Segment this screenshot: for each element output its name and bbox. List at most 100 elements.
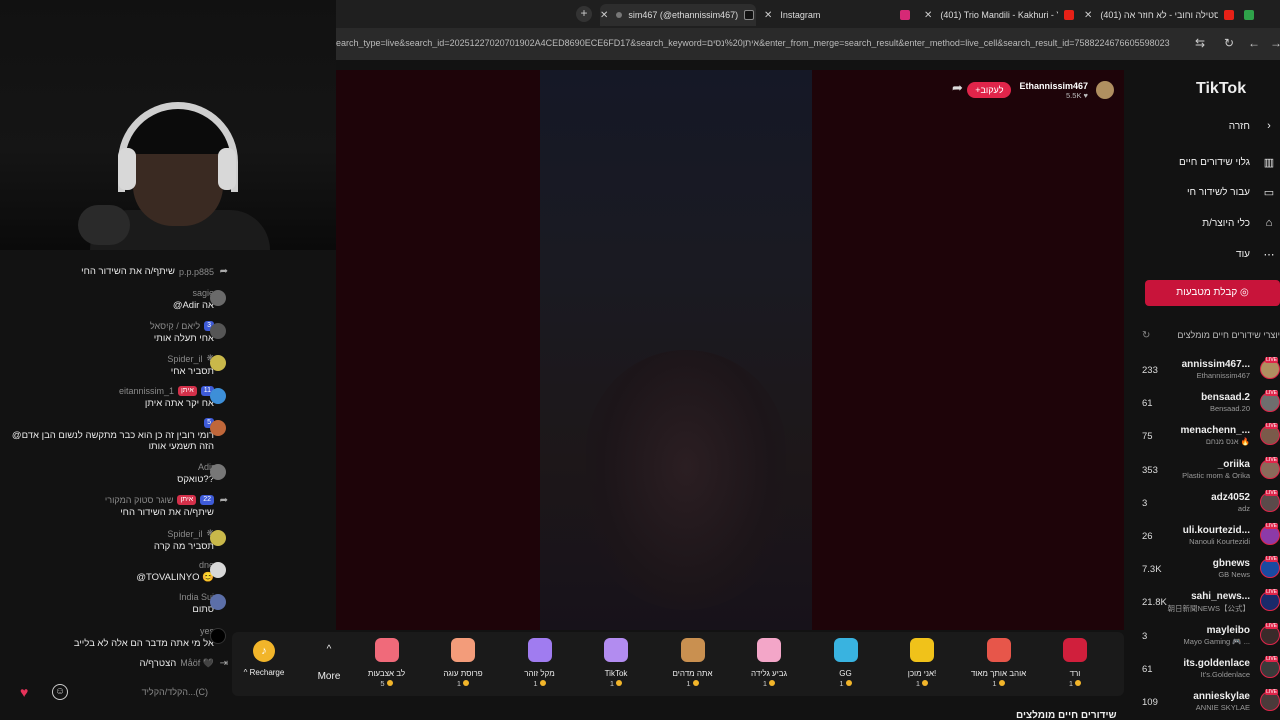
live-badge: LIVE	[1265, 357, 1278, 363]
close-tab-icon[interactable]: ✕	[1084, 10, 1092, 21]
creator-subtitle: Plastic mom & Orika	[1182, 470, 1250, 480]
close-tab-icon[interactable]: ✕	[600, 10, 608, 21]
chat-username[interactable]: India Sui	[179, 592, 214, 602]
recommended-creator[interactable]: 61 its.goldenlace It's.Goldenlace LIVE	[1136, 655, 1280, 686]
avatar[interactable]	[210, 464, 226, 480]
gift-item[interactable]: מקל זוהר 1	[505, 638, 575, 688]
chat-username[interactable]: Måöf 🖤	[180, 658, 214, 669]
back-icon[interactable]: ←	[1248, 36, 1260, 50]
recharge-button[interactable]: ♪ ^ Recharge	[240, 640, 288, 677]
viewer-count: 21.8K	[1142, 597, 1167, 609]
tab-youtube-1[interactable]: ✕ (401) Trio Mandili - Kakhuri - Yo	[924, 4, 1076, 26]
avatar[interactable]	[210, 562, 226, 578]
get-coins-button[interactable]: קבלת מטבעות ◎	[1145, 280, 1280, 306]
gift-icon	[833, 638, 858, 662]
recommended-creator[interactable]: 353 _oriika Plastic mom & Orika LIVE	[1136, 456, 1280, 487]
gift-item[interactable]: אתה מדהים 1	[658, 638, 728, 688]
chat-text: תסביר מה קרה	[153, 541, 214, 552]
gift-item[interactable]: לב אצבעות 5	[352, 638, 422, 688]
creator-subtitle: Nanouli Kourtezidi	[1189, 537, 1250, 546]
viewer-count: 3	[1142, 630, 1148, 642]
tab-youtube-2[interactable]: ✕ (401) סטילה וחובי - לא חוזר אה	[1084, 4, 1236, 26]
reload-icon[interactable]: ↻	[1224, 36, 1234, 50]
recommended-creator[interactable]: 61 bensaad.2 Bensaad.20 LIVE	[1136, 390, 1280, 420]
gift-item[interactable]: GG 1	[811, 638, 881, 688]
creator-subtitle: אנס מנחם 🔥	[1205, 437, 1250, 447]
nav-creator-tools[interactable]: כלי היוצר/ת ⌂	[1136, 215, 1280, 235]
gift-item[interactable]: TikTok 1	[581, 638, 651, 688]
creator-subtitle: Mayo Gaming 🎮 ...	[1183, 636, 1250, 646]
viewer-count: 26	[1142, 531, 1153, 542]
gift-item[interactable]: גביע גלידה 1	[734, 638, 804, 688]
chat-message: yes אל מי אתה מדבר הם אלה לא בלייב	[0, 626, 226, 649]
chat-username[interactable]: Spider_il	[167, 529, 202, 539]
avatar[interactable]	[210, 628, 226, 644]
recommended-creator[interactable]: 233 annissim467... Ethannissim467 LIVE	[1136, 357, 1280, 387]
fan-badge: איתן	[177, 386, 197, 396]
recommended-creator[interactable]: 7.3K gbnews GB News LIVE	[1136, 556, 1280, 586]
creator-subtitle: Ethannissim467	[1196, 371, 1250, 380]
chat-username[interactable]: eitannissim_1	[119, 386, 174, 396]
nav-label: עבור לשידור חי	[1186, 187, 1250, 198]
chat-text: שיתף/ה את השידור החי	[81, 266, 175, 277]
gift-item[interactable]: ורד 1	[1040, 638, 1110, 688]
more-gifts-button[interactable]: ^ More	[316, 644, 342, 682]
share-icon[interactable]: ➦	[952, 80, 963, 96]
recommended-creator[interactable]: 21.8K sahi_news... 朝日新聞NEWS【公式】 LIVE	[1136, 589, 1280, 619]
avatar[interactable]	[210, 388, 226, 404]
url-field[interactable]: earch_type=live&search_id=20251227020701…	[336, 38, 1186, 48]
nav-label: חזרה	[1228, 121, 1250, 132]
nav-more[interactable]: עוד ⋯	[1136, 246, 1280, 266]
heart-icon[interactable]: ♥	[20, 684, 36, 700]
avatar[interactable]	[210, 530, 226, 546]
live-video[interactable]: ➦ +לעקוב Ethannissim467 5.5K ♥	[336, 70, 1124, 630]
live-chat: שיתף/ה את השידור החי p.p.p885 ➦ sagie @A…	[0, 250, 228, 720]
viewer-count: 5.5K	[1066, 90, 1082, 100]
gift-price: 1	[992, 679, 997, 688]
tab-instagram[interactable]: ✕ Instagram	[764, 4, 914, 26]
gift-item[interactable]: אוהב אותך מאוד 1	[964, 638, 1034, 688]
nav-go-live[interactable]: עבור לשידור חי ▭	[1136, 184, 1280, 204]
chat-message: India Sui סתום	[0, 592, 226, 615]
translate-icon[interactable]: ⇆	[1195, 36, 1205, 50]
chat-username[interactable]: p.p.p885	[179, 267, 214, 277]
youtube-favicon-icon	[1224, 10, 1235, 20]
close-tab-icon[interactable]: ✕	[764, 10, 772, 21]
recharge-label: Recharge	[249, 668, 285, 677]
emoji-icon[interactable]: ☺	[52, 684, 68, 700]
live-badge: LIVE	[1265, 655, 1278, 662]
recommended-creator[interactable]: 3 mayleibo Mayo Gaming 🎮 ... LIVE	[1136, 622, 1280, 653]
chat-username[interactable]: Spider_il	[167, 354, 202, 364]
gift-item[interactable]: פרוסת עוגה 1	[428, 638, 498, 688]
recommended-creator[interactable]: 3 adz4052 adz LIVE	[1136, 489, 1280, 520]
avatar[interactable]	[210, 594, 226, 610]
avatar[interactable]	[210, 323, 226, 339]
forward-icon[interactable]: →	[1270, 36, 1280, 50]
avatar[interactable]	[210, 290, 226, 306]
streamer-name[interactable]: Ethannissim467	[1019, 81, 1088, 91]
recommended-creator[interactable]: 26 uli.kourtezid... Nanouli Kourtezidi LIVE	[1136, 523, 1280, 553]
nav-back[interactable]: חזרה ›	[1136, 118, 1280, 138]
gift-name: ורד	[1069, 669, 1081, 678]
follow-button[interactable]: +לעקוב	[967, 82, 1012, 98]
avatar[interactable]	[210, 355, 226, 371]
recommended-creator[interactable]: 109 annieskylae ANNIE SKYLAE LIVE	[1136, 689, 1280, 719]
chat-input[interactable]: הקלד/הקליד...(C)	[142, 687, 208, 697]
nav-explore-lives[interactable]: גלוי שידורים חיים ▥	[1136, 154, 1280, 174]
chevron-up-icon: ^	[326, 644, 332, 655]
tiktok-logo[interactable]: TikTok	[1196, 80, 1246, 98]
coin-icon: ♪	[253, 640, 275, 662]
tab-extra[interactable]	[1244, 4, 1264, 26]
tab-tiktok-live[interactable]: ✕ sim467 (@ethannissim467)	[600, 4, 756, 26]
gift-price: 1	[762, 679, 768, 688]
new-tab-button[interactable]: +	[576, 6, 592, 22]
refresh-icon[interactable]: ↻	[1142, 330, 1150, 341]
gift-item[interactable]: אני מוכן! 1	[887, 638, 957, 688]
chat-username[interactable]: ליאם / קַיִסאל	[150, 321, 200, 331]
streamer-avatar[interactable]	[1096, 81, 1114, 99]
recommended-creator[interactable]: 75 menachenn_... אנס מנחם 🔥 LIVE	[1136, 423, 1280, 453]
avatar[interactable]	[210, 420, 226, 436]
close-tab-icon[interactable]: ✕	[924, 10, 932, 21]
creator-subtitle: adz	[1237, 503, 1250, 513]
chat-username[interactable]: שוגר סטוק המקורי	[105, 495, 174, 505]
